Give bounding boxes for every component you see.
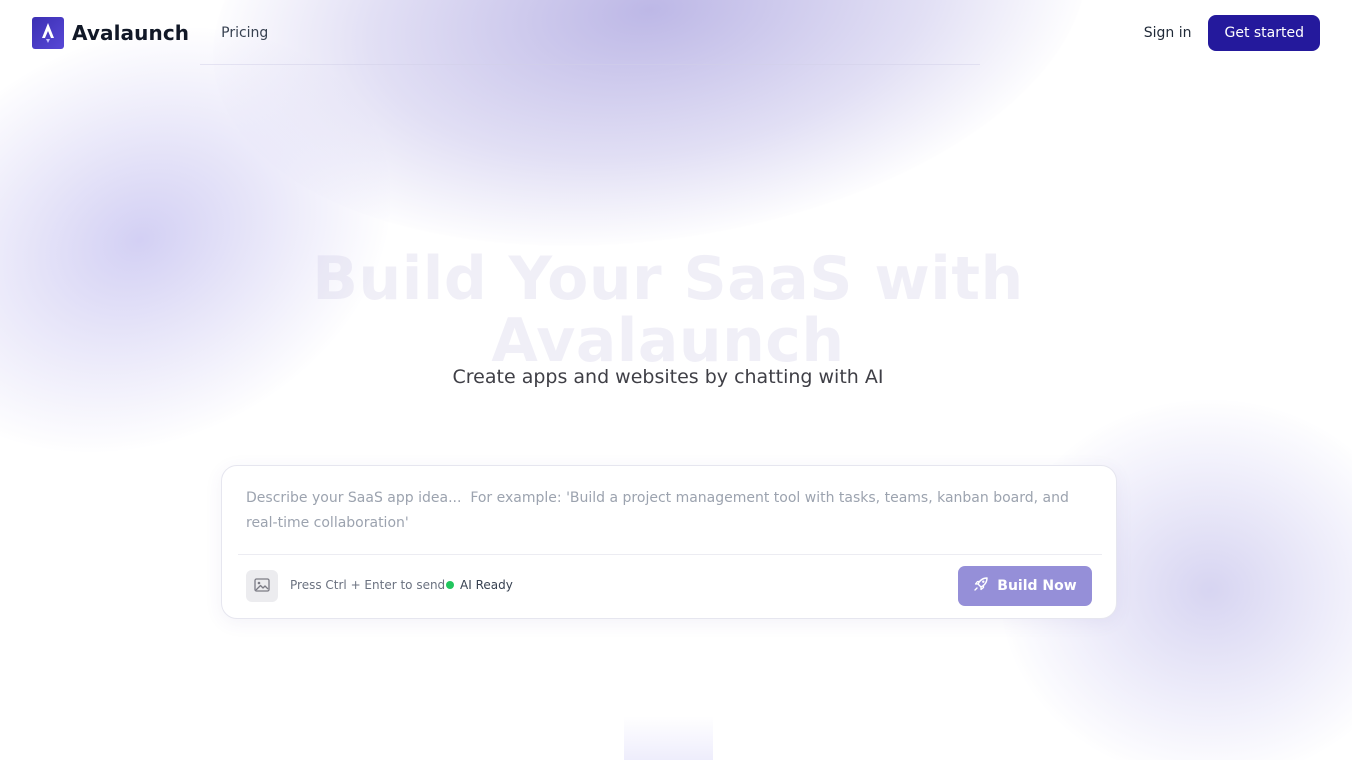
hero-title: Build Your SaaS with Avalaunch (312, 244, 1024, 376)
nav-link-pricing[interactable]: Pricing (221, 25, 268, 41)
rocket-icon (973, 576, 989, 596)
site-header: Avalaunch Pricing Sign in Get started (0, 0, 1352, 65)
brand-logo[interactable]: Avalaunch (32, 16, 190, 49)
get-started-button[interactable]: Get started (1208, 14, 1320, 51)
header-actions: Sign in Get started (1144, 14, 1320, 51)
ai-status: AI Ready (446, 578, 513, 592)
brand-name: Avalaunch (72, 20, 190, 45)
send-shortcut-hint: Press Ctrl + Enter to send (290, 578, 446, 592)
image-upload-button[interactable] (246, 570, 278, 602)
build-now-button[interactable]: Build Now (958, 566, 1092, 606)
bottom-fade (624, 716, 713, 760)
rocket-logo-icon (32, 16, 64, 49)
image-icon (254, 577, 270, 595)
card-divider (238, 554, 1102, 555)
sign-in-link[interactable]: Sign in (1144, 25, 1192, 41)
ai-status-label: AI Ready (460, 578, 513, 592)
build-now-label: Build Now (997, 578, 1077, 594)
landing-page: Avalaunch Pricing Sign in Get started Bu… (0, 0, 1352, 760)
hero-subtitle: Create apps and websites by chatting wit… (452, 366, 884, 388)
status-dot-icon (446, 581, 454, 589)
prompt-input[interactable] (246, 486, 1094, 544)
header-divider (200, 64, 980, 65)
prompt-card: Press Ctrl + Enter to send AI Ready Buil… (221, 465, 1117, 619)
